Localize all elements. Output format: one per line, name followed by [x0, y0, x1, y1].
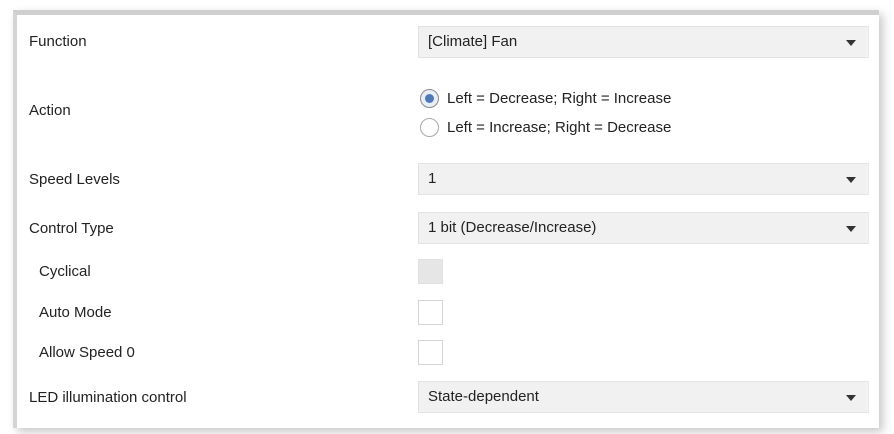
- cyclical-label: Cyclical: [39, 263, 91, 280]
- led-illumination-value: State-dependent: [428, 388, 539, 405]
- parameters-panel: Function [Climate] Fan Action Left = Dec…: [13, 10, 879, 428]
- allow-speed-0-checkbox[interactable]: [418, 340, 443, 365]
- speed-levels-select[interactable]: 1: [418, 163, 869, 195]
- led-illumination-select[interactable]: State-dependent: [418, 381, 869, 413]
- function-select[interactable]: [Climate] Fan: [418, 26, 869, 58]
- function-value: [Climate] Fan: [428, 33, 518, 50]
- led-illumination-label: LED illumination control: [29, 389, 187, 406]
- chevron-down-icon: [846, 177, 856, 183]
- radio-unselected-icon[interactable]: [420, 118, 439, 137]
- action-option-label: Left = Increase; Right = Decrease: [447, 119, 672, 136]
- speed-levels-value: 1: [428, 170, 437, 187]
- control-type-label: Control Type: [29, 220, 114, 237]
- auto-mode-checkbox[interactable]: [418, 300, 443, 325]
- chevron-down-icon: [846, 395, 856, 401]
- control-type-value: 1 bit (Decrease/Increase): [428, 219, 597, 236]
- function-label: Function: [29, 33, 87, 50]
- speed-levels-label: Speed Levels: [29, 171, 120, 188]
- radio-selected-icon[interactable]: [420, 89, 439, 108]
- action-option-label: Left = Decrease; Right = Increase: [447, 90, 672, 107]
- auto-mode-label: Auto Mode: [39, 304, 112, 321]
- control-type-select[interactable]: 1 bit (Decrease/Increase): [418, 212, 869, 244]
- chevron-down-icon: [846, 226, 856, 232]
- cyclical-checkbox[interactable]: [418, 259, 443, 284]
- allow-speed-0-label: Allow Speed 0: [39, 344, 135, 361]
- action-label: Action: [29, 102, 71, 119]
- chevron-down-icon: [846, 40, 856, 46]
- radio-dot-icon: [425, 94, 434, 103]
